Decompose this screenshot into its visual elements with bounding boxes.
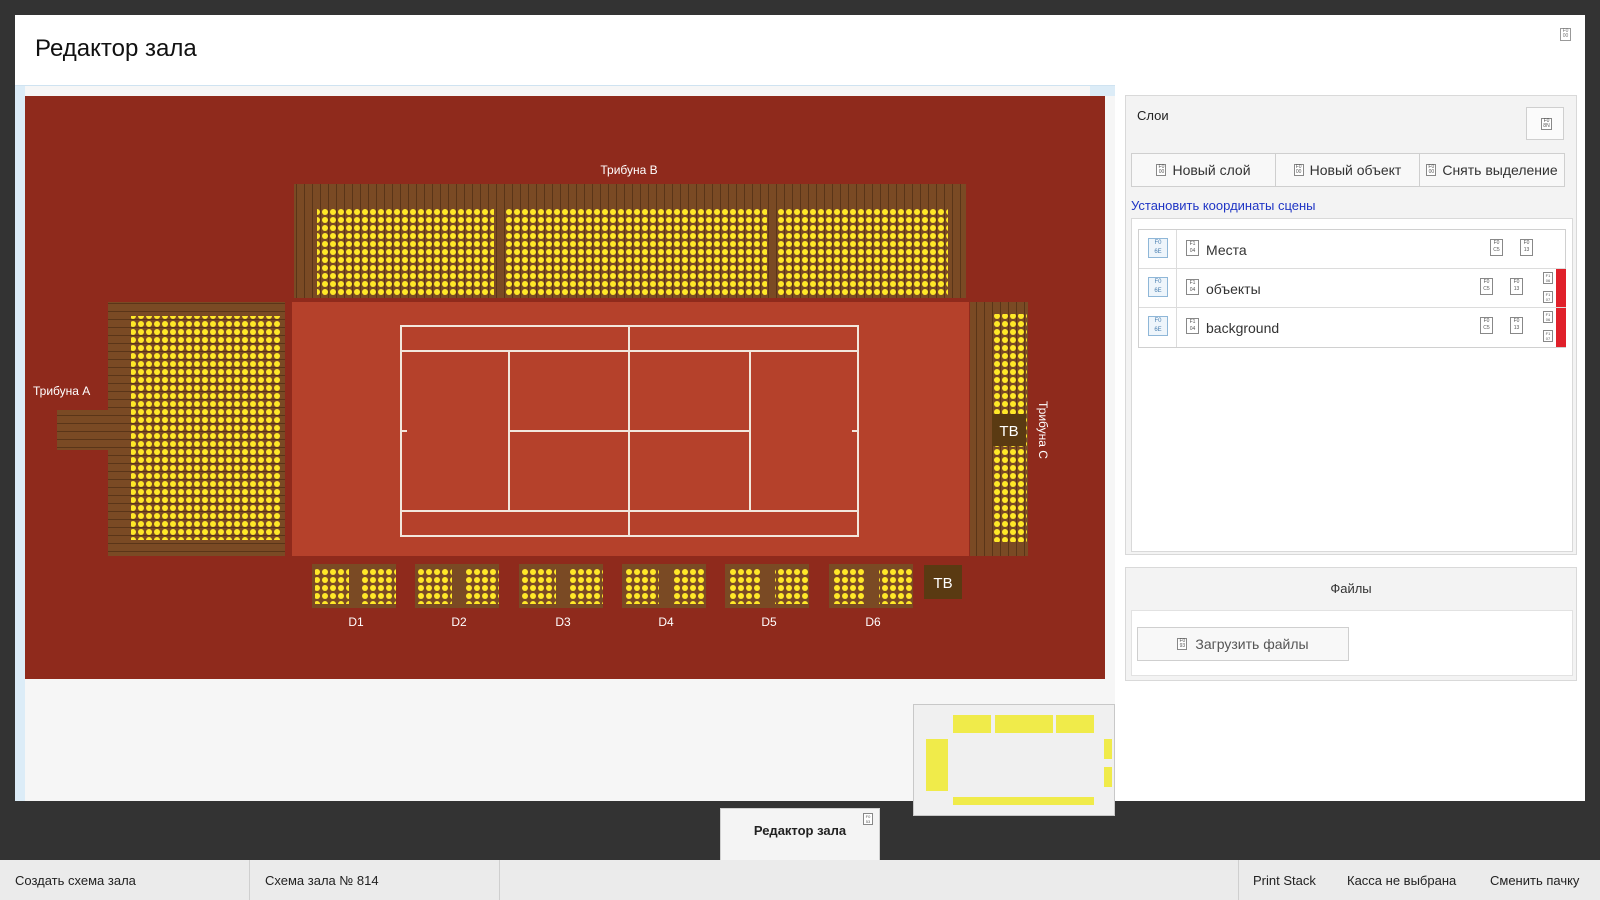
close-icon[interactable]: F0 53	[863, 813, 873, 825]
delete-icon[interactable]: F0 13	[1510, 317, 1523, 334]
box-d4	[622, 564, 706, 608]
lock-icon[interactable]: F1 04	[1186, 318, 1199, 334]
tennis-court[interactable]	[292, 302, 969, 556]
files-panel-title: Файлы	[1330, 581, 1372, 596]
tv-label-bottom: ТВ	[933, 575, 952, 592]
layer-visibility-toggle[interactable]: F0 6E	[1139, 308, 1177, 347]
set-scene-coords-link[interactable]: Установить координаты сцены	[1131, 198, 1316, 213]
box-d3	[519, 564, 603, 608]
deselect-button[interactable]: F0 00 Снять выделение	[1419, 153, 1565, 187]
add-object-icon: F0 00	[1293, 164, 1304, 176]
box-label-d2: D2	[451, 615, 467, 629]
deselect-label: Снять выделение	[1442, 162, 1558, 178]
edit-icon[interactable]: F0 C5	[1490, 239, 1503, 256]
window-tab-hall-editor[interactable]: Редактор зала F0 53	[720, 808, 880, 860]
settings-icon: F0 8N	[1541, 118, 1552, 130]
vertical-ruler	[15, 86, 25, 801]
lock-icon[interactable]: F1 04	[1186, 279, 1199, 295]
move-down-icon[interactable]: F1 07	[1543, 291, 1553, 303]
stand-c-label: Трибуна С	[1036, 401, 1050, 459]
upload-files-button[interactable]: F0 93 Загрузить файлы	[1137, 627, 1349, 661]
move-up-icon[interactable]: F1 06	[1543, 272, 1553, 284]
stand-b-label: Трибуна В	[600, 163, 657, 177]
edit-icon[interactable]: F0 C5	[1480, 317, 1493, 334]
box-label-d3: D3	[555, 615, 571, 629]
tv-label-right: ТВ	[999, 423, 1018, 440]
layer-name: Места	[1206, 242, 1247, 258]
add-icon: F0 00	[1156, 164, 1167, 176]
box-d2	[415, 564, 499, 608]
hall-editor-window: Редактор зала F0 00 Трибуна В Трибуна А …	[15, 15, 1585, 816]
layer-selected-marker	[1556, 269, 1566, 307]
box-d6	[829, 564, 913, 608]
layer-row-background[interactable]: F0 6E F1 04 background F0 C5 F0 13 F1 06 F1 07	[1139, 308, 1566, 347]
scene-minimap[interactable]	[913, 704, 1115, 816]
box-d1	[312, 564, 396, 608]
eye-icon: F0 6E	[1148, 238, 1168, 258]
layer-name: background	[1206, 320, 1280, 336]
files-panel: Файлы F0 93 Загрузить файлы	[1125, 567, 1577, 681]
edit-icon[interactable]: F0 C5	[1480, 278, 1493, 295]
eye-icon: F0 6E	[1148, 316, 1168, 336]
window-tab-label: Редактор зала	[753, 823, 847, 838]
stand-b[interactable]	[294, 184, 966, 298]
layer-visibility-toggle[interactable]: F0 6E	[1139, 269, 1177, 307]
layers-panel-title: Слои	[1137, 108, 1169, 123]
close-icon[interactable]: F0 00	[1560, 28, 1571, 41]
box-label-d1: D1	[348, 615, 364, 629]
new-object-button[interactable]: F0 00 Новый объект	[1275, 153, 1420, 187]
new-object-label: Новый объект	[1309, 162, 1402, 178]
delete-icon[interactable]: F0 13	[1520, 239, 1533, 256]
box-label-d6: D6	[865, 615, 881, 629]
deselect-icon: F0 00	[1426, 164, 1437, 176]
layer-row-objects[interactable]: F0 6E F1 04 объекты F0 C5 F0 13 F1 06 F1 07	[1139, 269, 1566, 308]
new-layer-button[interactable]: F0 00 Новый слой	[1131, 153, 1276, 187]
new-layer-label: Новый слой	[1172, 162, 1251, 178]
move-up-icon[interactable]: F1 06	[1543, 311, 1553, 323]
taskbar: Создать схема зала Схема зала № 814 Prin…	[0, 860, 1600, 900]
cashbox-status[interactable]: Касса не выбрана	[1347, 860, 1456, 900]
settings-button[interactable]: F0 8N	[1526, 107, 1564, 140]
layer-selected-marker	[1556, 308, 1566, 347]
layer-name: объекты	[1206, 281, 1261, 297]
scheme-tab[interactable]: Схема зала № 814	[265, 860, 379, 900]
horizontal-ruler	[1090, 86, 1115, 96]
layer-visibility-toggle[interactable]: F0 6E	[1139, 230, 1177, 268]
delete-icon[interactable]: F0 13	[1510, 278, 1523, 295]
layer-list: F0 6E F1 04 Места F0 C5 F0 13 F0 6E F1 04 объе…	[1138, 229, 1566, 348]
print-stack-button[interactable]: Print Stack	[1253, 860, 1316, 900]
layers-toolbar: F0 00 Новый слой F0 00 Новый объект F0 00 С…	[1131, 153, 1573, 187]
files-panel-body: F0 93 Загрузить файлы	[1131, 610, 1573, 676]
window-title: Редактор зала	[35, 35, 197, 62]
scene-canvas[interactable]: Трибуна В Трибуна А ТВ Трибуна С ТВ D1 D…	[15, 85, 1115, 816]
move-down-icon[interactable]: F1 07	[1543, 330, 1553, 342]
eye-icon: F0 6E	[1148, 277, 1168, 297]
layer-row-places[interactable]: F0 6E F1 04 Места F0 C5 F0 13	[1139, 230, 1565, 269]
scene-image[interactable]: Трибуна В Трибуна А ТВ Трибуна С ТВ D1 D…	[25, 96, 1105, 684]
box-label-d4: D4	[658, 615, 674, 629]
layers-panel: Слои F0 8N F0 00 Новый слой F0 00 Новый объ…	[1125, 95, 1577, 555]
lock-icon[interactable]: F1 04	[1186, 240, 1199, 256]
box-d5	[725, 564, 809, 608]
layers-list-container: F0 6E F1 04 Места F0 C5 F0 13 F0 6E F1 04 объе…	[1131, 218, 1573, 552]
box-label-d5: D5	[761, 615, 777, 629]
stand-a-label: Трибуна А	[33, 384, 90, 398]
upload-files-label: Загрузить файлы	[1195, 636, 1309, 652]
create-scheme-button[interactable]: Создать схема зала	[15, 860, 136, 900]
change-batch-button[interactable]: Сменить пачку	[1490, 860, 1579, 900]
upload-icon: F0 93	[1177, 638, 1188, 650]
